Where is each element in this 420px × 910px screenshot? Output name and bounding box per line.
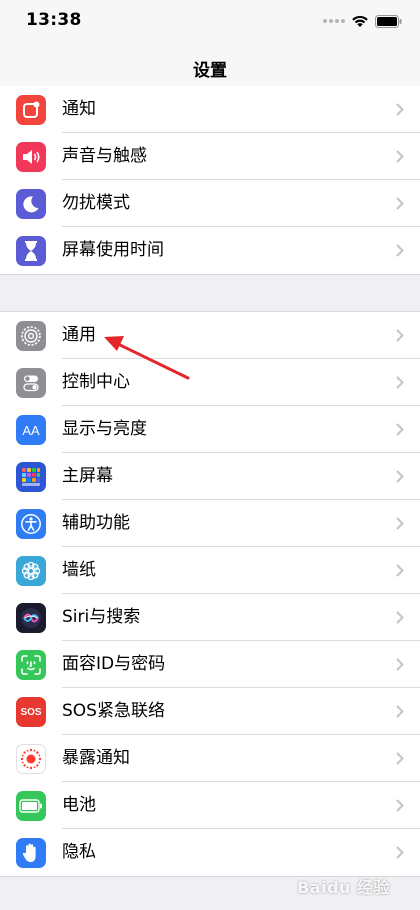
- home-grid-icon: [16, 462, 46, 492]
- settings-row-face-id[interactable]: 面容ID与密码: [0, 641, 420, 688]
- chevron-right-icon: [396, 376, 404, 389]
- chevron-right-icon: [396, 150, 404, 163]
- settings-row-sounds[interactable]: 声音与触感: [0, 133, 420, 180]
- watermark: Baidu 经验: [297, 878, 390, 897]
- settings-row-label: 屏幕使用时间: [62, 240, 164, 260]
- aa-icon: AA: [16, 415, 46, 445]
- status-indicators: [323, 12, 402, 30]
- settings-row-accessibility[interactable]: 辅助功能: [0, 500, 420, 547]
- hand-icon: [16, 838, 46, 868]
- settings-row-home-screen[interactable]: 主屏幕: [0, 453, 420, 500]
- settings-row-label: 声音与触感: [62, 146, 147, 166]
- settings-row-label: 通用: [62, 325, 96, 345]
- settings-row-display[interactable]: AA 显示与亮度: [0, 406, 420, 453]
- chevron-right-icon: [396, 517, 404, 530]
- sos-icon: SOS: [16, 697, 46, 727]
- battery-icon: [16, 791, 46, 821]
- status-time: 13:38: [26, 10, 82, 30]
- settings-row-general[interactable]: 通用: [0, 312, 420, 359]
- faceid-icon: [16, 650, 46, 680]
- chevron-right-icon: [396, 752, 404, 765]
- settings-row-label: 控制中心: [62, 372, 130, 392]
- wifi-icon: [352, 15, 368, 27]
- settings-row-label: 通知: [62, 99, 96, 119]
- settings-row-battery[interactable]: 电池: [0, 782, 420, 829]
- settings-row-notifications[interactable]: 通知: [0, 86, 420, 133]
- status-bar: 13:38: [0, 0, 420, 44]
- cellular-signal-icon: [323, 19, 345, 23]
- chevron-right-icon: [396, 423, 404, 436]
- chevron-right-icon: [396, 705, 404, 718]
- chevron-right-icon: [396, 244, 404, 257]
- settings-group-1: 通知 声音与触感 勿扰模式 屏幕使用时间: [0, 86, 420, 275]
- settings-row-label: 勿扰模式: [62, 193, 130, 213]
- page-title: 设置: [193, 60, 227, 81]
- flower-icon: [16, 556, 46, 586]
- settings-row-label: SOS紧急联络: [62, 701, 165, 721]
- settings-row-do-not-disturb[interactable]: 勿扰模式: [0, 180, 420, 227]
- sound-icon: [16, 142, 46, 172]
- settings-row-privacy[interactable]: 隐私: [0, 829, 420, 876]
- settings-row-wallpaper[interactable]: 墙纸: [0, 547, 420, 594]
- settings-row-label: 暴露通知: [62, 748, 130, 768]
- settings-row-label: Siri与搜索: [62, 607, 141, 627]
- settings-row-emergency-sos[interactable]: SOS SOS紧急联络: [0, 688, 420, 735]
- toggles-icon: [16, 368, 46, 398]
- notification-icon: [16, 95, 46, 125]
- settings-row-label: 墙纸: [62, 560, 96, 580]
- chevron-right-icon: [396, 564, 404, 577]
- accessibility-icon: [16, 509, 46, 539]
- settings-row-exposure-notifications[interactable]: 暴露通知: [0, 735, 420, 782]
- settings-group-2: 通用 控制中心 AA 显示与亮度 主屏幕 辅助功能 墙纸 Siri与搜索 面容I…: [0, 311, 420, 877]
- chevron-right-icon: [396, 799, 404, 812]
- settings-row-siri[interactable]: Siri与搜索: [0, 594, 420, 641]
- settings-row-label: 主屏幕: [62, 466, 113, 486]
- chevron-right-icon: [396, 611, 404, 624]
- chevron-right-icon: [396, 329, 404, 342]
- settings-row-label: 隐私: [62, 842, 96, 862]
- chevron-right-icon: [396, 197, 404, 210]
- settings-row-label: 辅助功能: [62, 513, 130, 533]
- gear-icon: [16, 321, 46, 351]
- settings-row-label: 显示与亮度: [62, 419, 147, 439]
- chevron-right-icon: [396, 470, 404, 483]
- chevron-right-icon: [396, 103, 404, 116]
- siri-icon: [16, 603, 46, 633]
- exposure-icon: [16, 744, 46, 774]
- battery-status-icon: [375, 14, 402, 28]
- settings-row-control-center[interactable]: 控制中心: [0, 359, 420, 406]
- hourglass-icon: [16, 236, 46, 266]
- moon-icon: [16, 189, 46, 219]
- settings-row-label: 面容ID与密码: [62, 654, 166, 674]
- settings-row-label: 电池: [62, 795, 96, 815]
- chevron-right-icon: [396, 658, 404, 671]
- chevron-right-icon: [396, 846, 404, 859]
- settings-row-screen-time[interactable]: 屏幕使用时间: [0, 227, 420, 274]
